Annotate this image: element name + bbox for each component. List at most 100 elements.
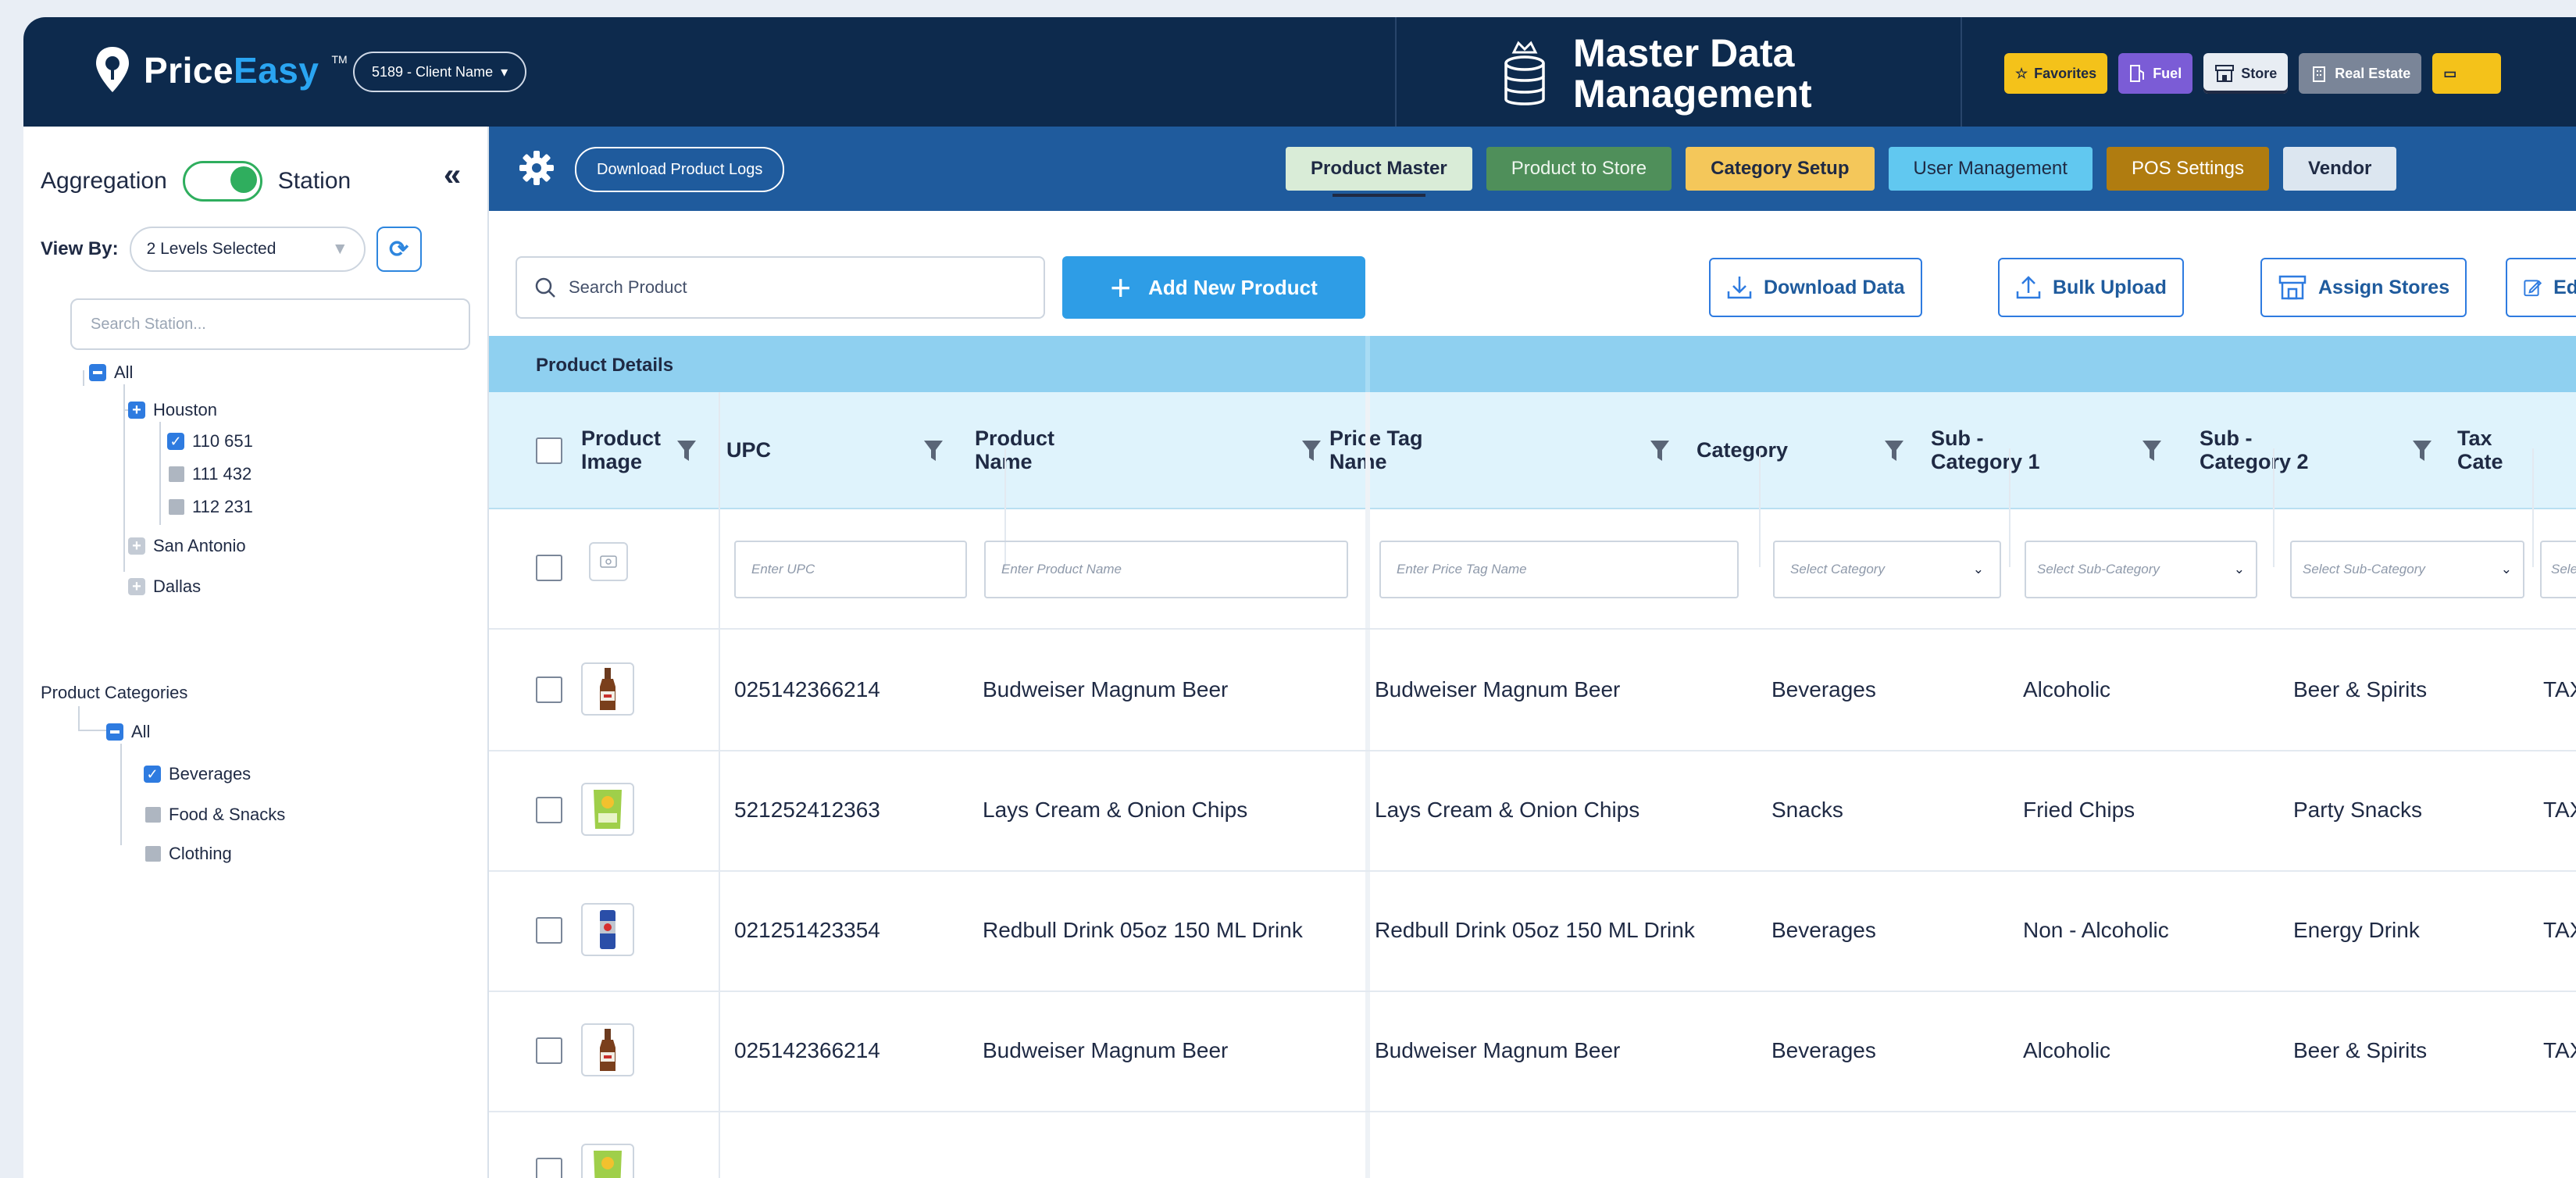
- product-thumbnail[interactable]: [581, 1144, 634, 1178]
- category-node-clothing[interactable]: Clothing: [145, 844, 232, 864]
- checkbox-icon: [169, 466, 184, 482]
- category-node-beverages[interactable]: ✓ Beverages: [144, 764, 251, 784]
- category-cell: Snacks: [1771, 798, 1843, 822]
- column-header-tax-category[interactable]: Tax Cate: [2457, 392, 2576, 508]
- category-filter-select[interactable]: Select Category ⌄: [1773, 541, 2001, 598]
- filter-icon[interactable]: [1884, 439, 1904, 462]
- tree-node-station-110651[interactable]: ✓ 110 651: [167, 431, 253, 452]
- column-header-sub-category-2[interactable]: Sub - Category 2: [2200, 392, 2356, 508]
- image-placeholder-icon[interactable]: [589, 542, 628, 581]
- shortcut-fuel[interactable]: Fuel: [2118, 53, 2193, 94]
- client-name: 5189 - Client Name: [372, 63, 494, 80]
- store-icon: [2215, 65, 2235, 82]
- module-title: Master Data Management: [1573, 31, 1812, 116]
- price-tag-filter-input[interactable]: Enter Price Tag Name: [1379, 541, 1739, 598]
- filter-icon[interactable]: [676, 439, 697, 462]
- add-new-product-button[interactable]: + Add New Product: [1062, 256, 1365, 319]
- gear-icon[interactable]: [517, 148, 556, 187]
- star-icon: ☆: [2015, 65, 2028, 81]
- sub-category-2-cell: Energy Drink: [2293, 918, 2420, 942]
- product-thumbnail[interactable]: [581, 662, 634, 716]
- row-checkbox[interactable]: [536, 1158, 562, 1178]
- filter-icon[interactable]: [923, 439, 944, 462]
- tab-product-master[interactable]: Product Master: [1286, 147, 1472, 197]
- upc-cell: 025142366214: [734, 1038, 880, 1062]
- tab-category-setup[interactable]: Category Setup: [1686, 147, 1875, 191]
- row-checkbox[interactable]: [536, 676, 562, 703]
- table-row[interactable]: 021251423354 Redbull Drink 05oz 150 ML Dr…: [489, 870, 2576, 992]
- product-thumbnail[interactable]: [581, 903, 634, 956]
- table-row[interactable]: 521252412363 Lays Cream & Onion Chips Lays…: [489, 750, 2576, 872]
- table-row-partial[interactable]: [489, 1111, 2576, 1178]
- tree-node-san-antonio[interactable]: + San Antonio: [128, 536, 246, 556]
- filter-icon[interactable]: [2412, 439, 2432, 462]
- client-selector[interactable]: 5189 - Client Name ▾: [353, 52, 527, 92]
- shortcut-real-estate[interactable]: Real Estate: [2299, 53, 2422, 94]
- select-all-checkbox[interactable]: [536, 437, 562, 464]
- tab-user-management[interactable]: User Management: [1888, 147, 2093, 191]
- shortcut-favorites[interactable]: ☆ Favorites: [2004, 53, 2108, 94]
- sub-category-2-filter-select[interactable]: Select Sub-Category ⌄: [2290, 541, 2524, 598]
- download-icon: [1727, 277, 1752, 299]
- module-shortcuts: ☆ Favorites Fuel Store Real Estate ▭: [2004, 53, 2502, 94]
- filter-icon[interactable]: [2142, 439, 2162, 462]
- column-header-image[interactable]: Product Image: [581, 392, 690, 508]
- tab-vendor[interactable]: Vendor: [2283, 147, 2397, 191]
- bulk-upload-button[interactable]: Bulk Upload: [1998, 258, 2184, 317]
- tab-product-to-store[interactable]: Product to Store: [1486, 147, 1672, 191]
- upc-filter-input[interactable]: Enter UPC: [734, 541, 967, 598]
- product-thumbnail[interactable]: [581, 783, 634, 836]
- edit-icon: [2524, 280, 2542, 297]
- category-node-food-snacks[interactable]: Food & Snacks: [145, 805, 285, 825]
- filter-row: Enter UPC Enter Product Name Enter Price…: [489, 508, 2576, 630]
- column-header-product-name[interactable]: Product Name: [975, 392, 1272, 508]
- group-header: Product Details: [489, 336, 2576, 392]
- sub-category-1-cell: Alcoholic: [2023, 1038, 2111, 1062]
- price-tag-name-cell: Redbull Drink 05oz 150 ML Drink: [1375, 918, 1695, 942]
- tab-pos-settings[interactable]: POS Settings: [2106, 147, 2270, 191]
- tax-category-cell: TAX_: [2543, 677, 2576, 701]
- edit-button[interactable]: Edi: [2506, 258, 2576, 317]
- category-node-all[interactable]: All: [106, 722, 150, 742]
- sub-category-2-cell: Party Snacks: [2293, 798, 2422, 822]
- tree-node-houston[interactable]: + Houston: [128, 400, 217, 420]
- tree-node-all[interactable]: All: [89, 362, 133, 383]
- column-header-category[interactable]: Category: [1697, 392, 1853, 508]
- category-cell: Beverages: [1771, 1038, 1876, 1062]
- tree-node-dallas[interactable]: + Dallas: [128, 577, 201, 597]
- checkbox-icon: [145, 807, 161, 823]
- station-tree: All + Houston ✓ 110 651 111 432 112 231: [23, 127, 487, 1178]
- download-data-button[interactable]: Download Data: [1709, 258, 1922, 317]
- tree-node-station-112231[interactable]: 112 231: [169, 497, 253, 517]
- row-checkbox[interactable]: [536, 1037, 562, 1064]
- chevron-down-icon: ⌄: [2500, 562, 2512, 577]
- shortcut-store[interactable]: Store: [2203, 53, 2289, 94]
- checkbox-partial-icon: [106, 723, 123, 741]
- categories-title: Product Categories: [41, 683, 188, 702]
- tax-category-cell: TAX_: [2543, 918, 2576, 942]
- search-product-input[interactable]: Search Product: [516, 256, 1045, 319]
- product-name-filter-input[interactable]: Enter Product Name: [984, 541, 1348, 598]
- filter-row-checkbox[interactable]: [536, 555, 562, 581]
- sub-category-2-cell: Beer & Spirits: [2293, 1038, 2428, 1062]
- tax-category-filter-select[interactable]: Selec: [2540, 541, 2576, 598]
- row-checkbox[interactable]: [536, 917, 562, 944]
- table-row[interactable]: 025142366214 Budweiser Magnum Beer Budweis…: [489, 991, 2576, 1112]
- brand-logo[interactable]: PriceEasy TM: [94, 45, 348, 95]
- sub-category-1-cell: Fried Chips: [2023, 798, 2135, 822]
- sub-category-1-cell: Non - Alcoholic: [2023, 918, 2169, 942]
- column-header-price-tag-name[interactable]: Price Tag Name: [1329, 392, 1626, 508]
- row-checkbox[interactable]: [536, 797, 562, 823]
- tree-node-station-111432[interactable]: 111 432: [169, 464, 252, 484]
- filter-icon[interactable]: [1650, 439, 1670, 462]
- table-row[interactable]: 025142366214 Budweiser Magnum Beer Budweis…: [489, 630, 2576, 751]
- price-tag-name-cell: Lays Cream & Onion Chips: [1375, 798, 1640, 822]
- assign-stores-button[interactable]: Assign Stores: [2260, 258, 2467, 317]
- filter-icon[interactable]: [1301, 439, 1322, 462]
- sub-category-1-filter-select[interactable]: Select Sub-Category ⌄: [2025, 541, 2257, 598]
- column-header-upc[interactable]: UPC: [726, 392, 929, 508]
- product-thumbnail[interactable]: [581, 1023, 634, 1076]
- app-window: PriceEasy TM 5189 - Client Name ▾ Master…: [23, 17, 2576, 1178]
- download-product-logs-button[interactable]: Download Product Logs: [575, 147, 785, 192]
- shortcut-more[interactable]: ▭: [2432, 53, 2502, 94]
